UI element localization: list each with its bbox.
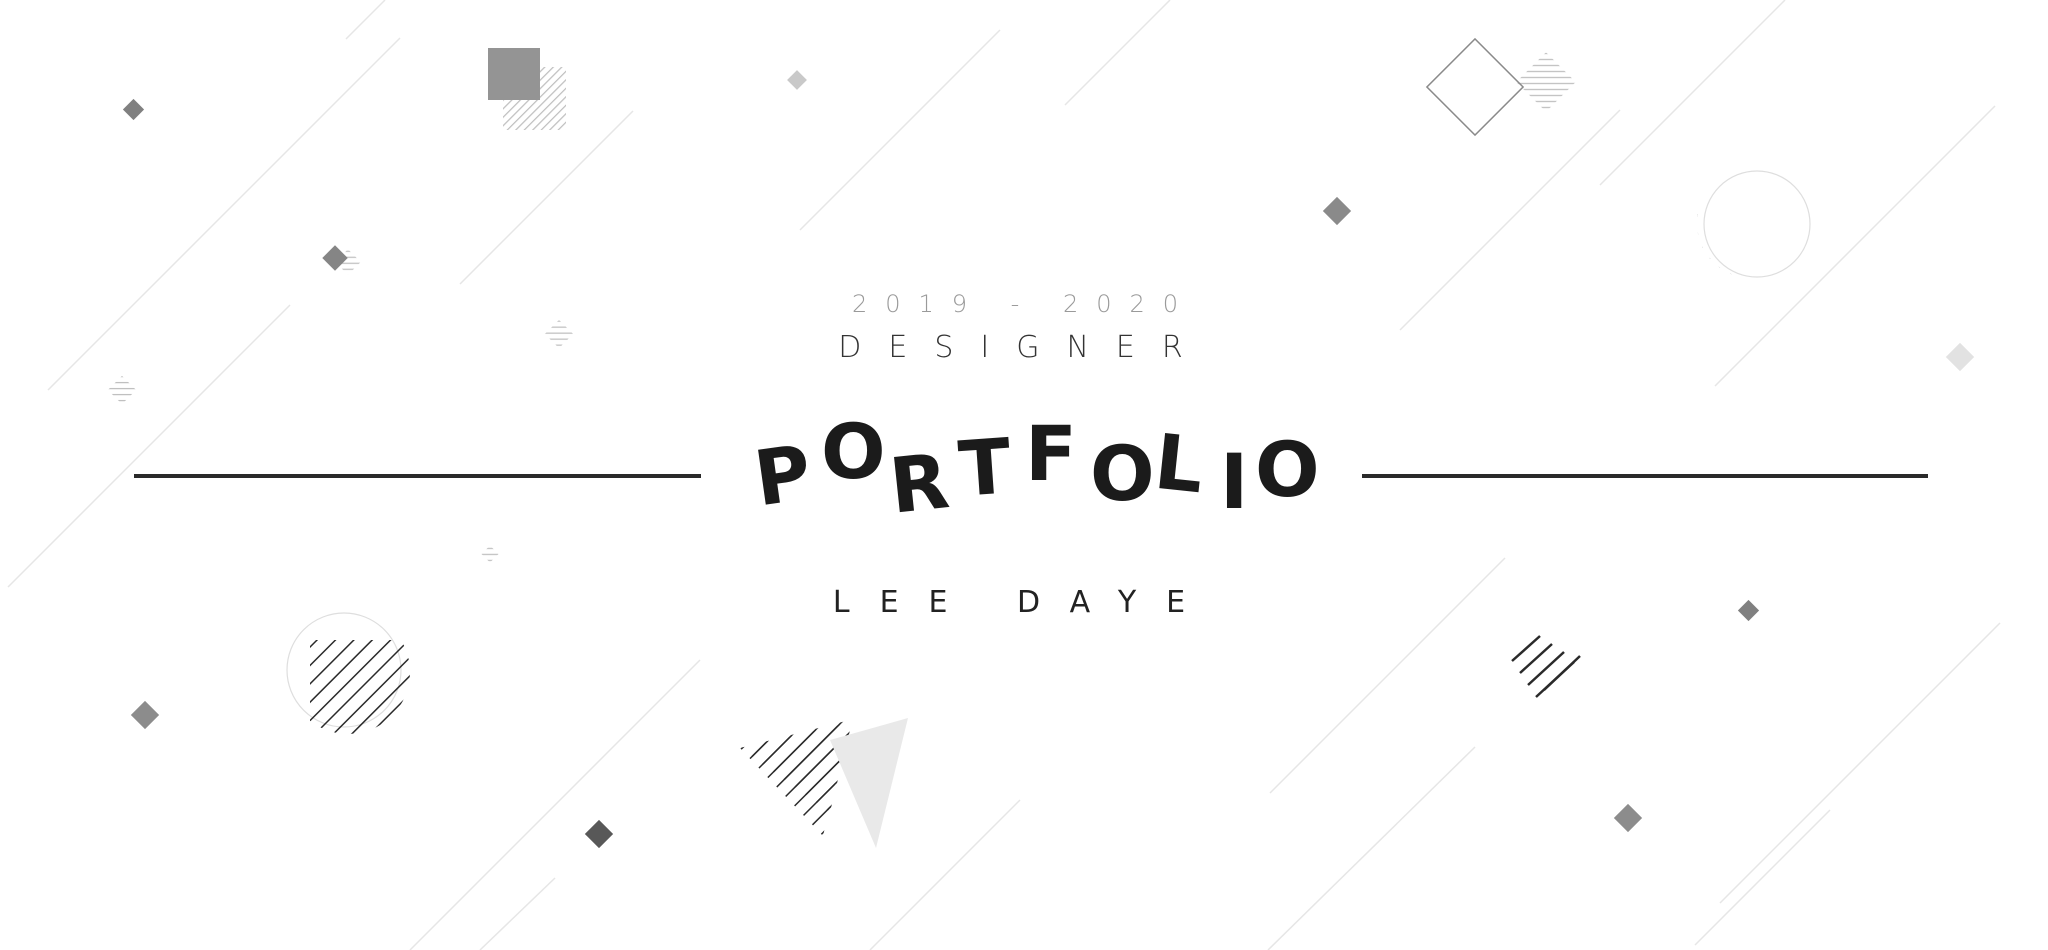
left-rule	[134, 474, 701, 478]
title-letter: F	[1025, 409, 1077, 498]
title-letter: O	[821, 407, 886, 496]
title-row: P O R T F O L I O	[0, 400, 2048, 550]
hatch-lines-decor	[1511, 635, 1581, 698]
author-name: LEE DAYE	[832, 585, 1216, 620]
role-label: DESIGNER	[838, 330, 1210, 365]
title-letter: R	[885, 436, 953, 531]
title-letter: O	[1090, 429, 1155, 518]
circle-hatch-decor-left	[286, 612, 410, 734]
title-letter: P	[749, 427, 817, 524]
title-letter: O	[1255, 425, 1320, 514]
right-rule	[1362, 474, 1928, 478]
outlined-diamond-decor	[1425, 37, 1576, 137]
portfolio-title: P O R T F O L I O	[749, 400, 1325, 550]
circle-hatch-decor-right	[1697, 168, 1811, 278]
title-letter: L	[1150, 416, 1209, 511]
triangle-decor	[740, 718, 908, 848]
years-label: 2019 - 2020	[851, 290, 1197, 318]
title-letter: I	[1220, 437, 1249, 526]
diamond-pair-decor	[322, 245, 361, 275]
square-pair-decor	[488, 48, 566, 130]
title-letter: T	[955, 421, 1014, 514]
